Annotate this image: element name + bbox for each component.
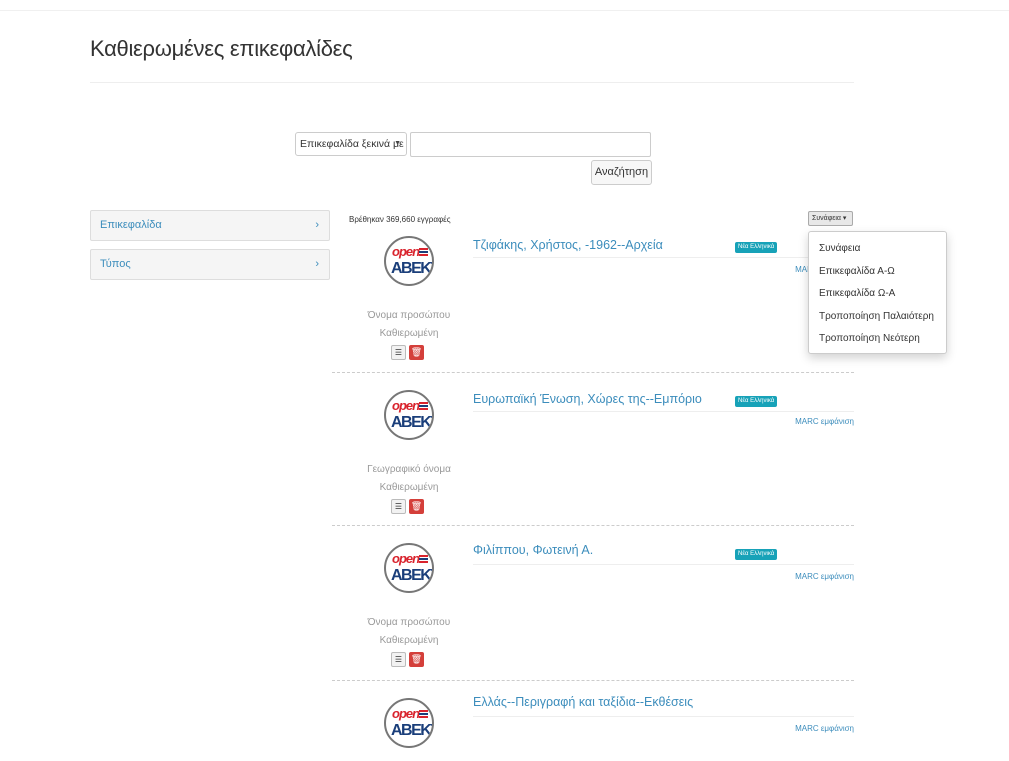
result-item: open ΑΒΕΚΤ Όνομα προσώπου Καθιερωμένη ☰ … — [332, 230, 854, 370]
list-icon[interactable]: ☰ — [391, 652, 406, 667]
sort-menu: Συνάφεια Επικεφαλίδα Α-Ω Επικεφαλίδα Ω-Α… — [808, 231, 947, 354]
result-type: Όνομα προσώπου — [367, 617, 451, 628]
sort-button-label: Συνάφεια — [812, 215, 841, 222]
result-title[interactable]: Ευρωπαϊκή Ένωση, Χώρες της--Εμπόριο — [473, 392, 702, 406]
trash-icon[interactable]: 🗑 — [409, 499, 424, 514]
facet-label: Επικεφαλίδα — [100, 219, 162, 231]
result-item: open ΑΒΕΚΤ Όνομα προσώπου Καθιερωμένη ☰ … — [332, 537, 854, 677]
result-title[interactable]: Τζιφάκης, Χρήστος, -1962--Αρχεία — [473, 238, 663, 252]
language-badge: Νέα Ελληνικά — [735, 242, 778, 253]
logo: open ΑΒΕΚΤ — [384, 236, 434, 286]
result-status: Καθιερωμένη — [379, 328, 439, 339]
result-title[interactable]: Φιλίππου, Φωτεινή Α. — [473, 543, 593, 557]
chevron-right-icon: › — [315, 258, 319, 270]
result-separator — [332, 372, 854, 373]
result-title[interactable]: Ελλάς--Περιγραφή και ταξίδια--Εκθέσεις — [473, 695, 693, 709]
trash-icon[interactable]: 🗑 — [409, 652, 424, 667]
result-type: Γεωγραφικό όνομα — [367, 464, 451, 475]
sort-option-heading-desc[interactable]: Επικεφαλίδα Ω-Α — [809, 283, 946, 306]
result-divider — [473, 716, 854, 717]
result-item: open ΑΒΕΚΤ Γεωγραφικό όνομα Καθιερωμένη … — [332, 384, 854, 524]
result-type: Όνομα προσώπου — [367, 310, 451, 321]
list-icon[interactable]: ☰ — [391, 499, 406, 514]
search-button[interactable]: Αναζήτηση — [591, 160, 652, 185]
logo: open ΑΒΕΚΤ — [384, 543, 434, 593]
result-divider — [473, 411, 854, 412]
marc-link[interactable]: MARC εμφάνιση — [795, 572, 854, 581]
result-separator — [332, 680, 854, 681]
facet-type[interactable]: Τύπος › — [90, 249, 330, 280]
results-count: Βρέθηκαν 369,660 εγγραφές — [349, 215, 451, 224]
search-type-value: Επικεφαλίδα ξεκινά με — [300, 138, 404, 150]
marc-link[interactable]: MARC εμφάνιση — [795, 724, 854, 733]
result-divider — [473, 257, 854, 258]
result-item: open ΑΒΕΚΤ Ελλάς--Περιγραφή και ταξίδια-… — [332, 692, 854, 761]
logo: open ΑΒΕΚΤ — [384, 390, 434, 440]
language-badge: Νέα Ελληνικά — [735, 396, 778, 407]
sort-option-modified-newest[interactable]: Τροποποίηση Νεότερη — [809, 328, 946, 351]
sort-option-modified-oldest[interactable]: Τροποποίηση Παλαιότερη — [809, 306, 946, 329]
list-icon[interactable]: ☰ — [391, 345, 406, 360]
search-input[interactable] — [410, 132, 651, 157]
caret-down-icon: ▾ — [842, 215, 847, 222]
result-status: Καθιερωμένη — [379, 635, 439, 646]
facet-label: Τύπος — [100, 258, 131, 270]
chevron-right-icon: › — [315, 219, 319, 231]
result-separator — [332, 525, 854, 526]
page-title: Καθιερωμένες επικεφαλίδες — [90, 36, 353, 61]
logo: open ΑΒΕΚΤ — [384, 698, 434, 748]
language-badge: Νέα Ελληνικά — [735, 549, 778, 560]
top-divider — [0, 10, 1009, 11]
title-divider — [90, 82, 854, 83]
caret-down-icon: ▼ — [394, 140, 401, 147]
result-status: Καθιερωμένη — [379, 482, 439, 493]
sort-option-relevance[interactable]: Συνάφεια — [809, 238, 946, 261]
sort-button[interactable]: Συνάφεια ▾ — [808, 211, 853, 226]
result-divider — [473, 564, 854, 565]
search-type-select[interactable]: Επικεφαλίδα ξεκινά με ▼ — [295, 132, 407, 156]
trash-icon[interactable]: 🗑 — [409, 345, 424, 360]
marc-link[interactable]: MARC εμφάνιση — [795, 417, 854, 426]
facet-heading[interactable]: Επικεφαλίδα › — [90, 210, 330, 241]
sort-option-heading-asc[interactable]: Επικεφαλίδα Α-Ω — [809, 261, 946, 284]
